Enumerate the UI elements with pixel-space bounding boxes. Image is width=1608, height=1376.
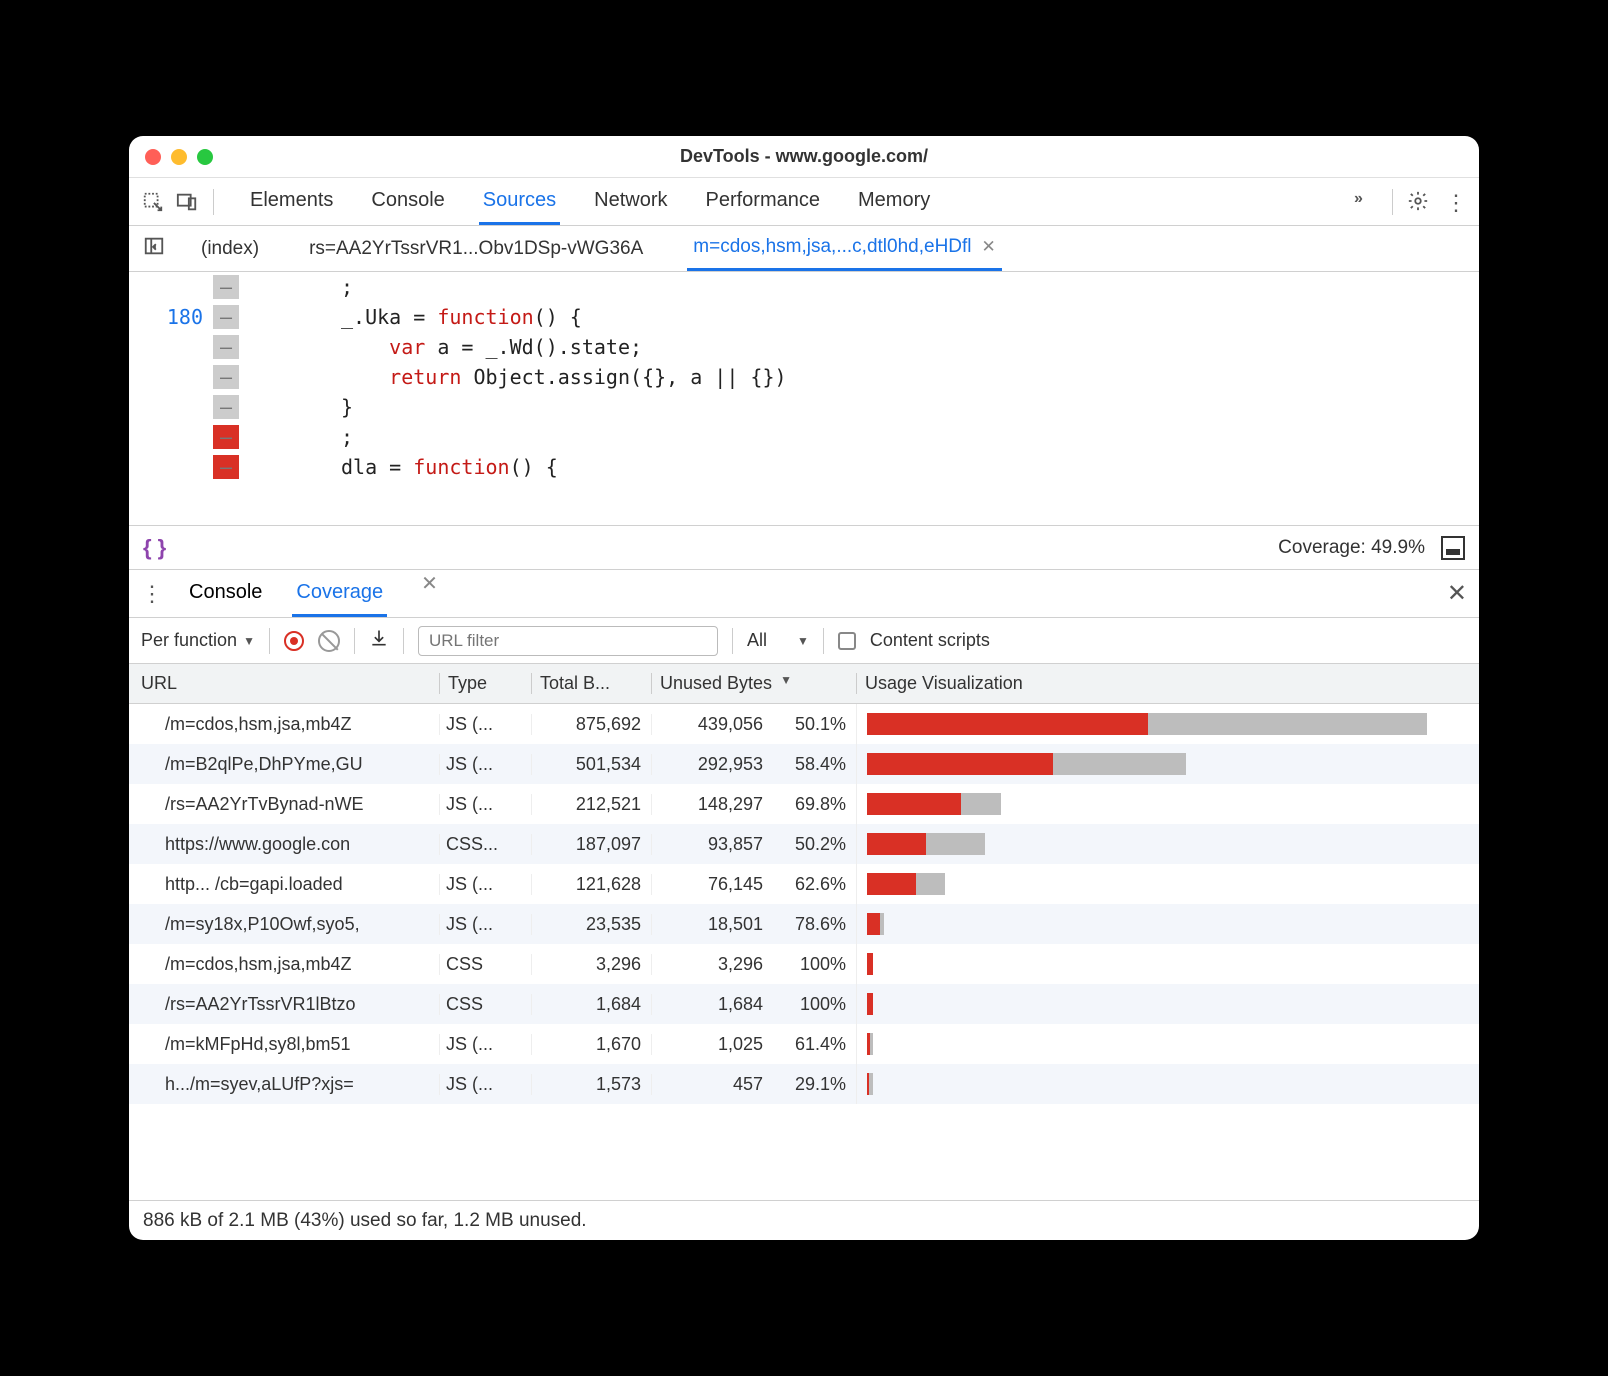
coverage-summary: 886 kB of 2.1 MB (43%) used so far, 1.2 … [143,1210,587,1232]
tab-network[interactable]: Network [590,179,671,225]
chevron-down-icon: ▼ [797,634,809,648]
file-tab[interactable]: m=cdos,hsm,jsa,...c,dtl0hd,eHDfl✕ [687,226,1002,271]
coverage-mode-select[interactable]: Per function ▼ [141,630,255,651]
tab-performance[interactable]: Performance [702,179,825,225]
settings-icon[interactable] [1407,190,1431,214]
source-code-pane[interactable]: –;180–_.Uka = function() {– var a = _.Wd… [129,272,1479,526]
coverage-visualization-icon[interactable] [1441,536,1465,560]
table-row[interactable]: http... /cb=gapi.loadedJS (...121,62876,… [129,864,1479,904]
record-button[interactable] [284,631,304,651]
url-filter-input[interactable] [418,626,718,656]
coverage-table-header: URL Type Total B... Unused Bytes ▼ Usage… [129,664,1479,704]
inspect-element-icon[interactable] [139,188,167,216]
drawer-menu-icon[interactable]: ⋮ [141,581,163,607]
tab-elements[interactable]: Elements [246,179,337,225]
close-window-button[interactable] [145,149,161,165]
table-row[interactable]: /m=cdos,hsm,jsa,mb4ZJS (...875,692439,05… [129,704,1479,744]
table-row[interactable]: h.../m=syev,aLUfP?xjs=JS (...1,57345729.… [129,1064,1479,1104]
zoom-window-button[interactable] [197,149,213,165]
close-coverage-icon[interactable]: ✕ [421,571,438,617]
source-status-bar: { } Coverage: 49.9% [129,526,1479,570]
devtools-window: DevTools - www.google.com/ Elements Conso… [129,136,1479,1240]
col-viz[interactable]: Usage Visualization [856,673,1479,694]
col-unused[interactable]: Unused Bytes ▼ [651,673,856,694]
table-row[interactable]: /m=sy18x,P10Owf,syo5,JS (...23,53518,501… [129,904,1479,944]
table-row[interactable]: /rs=AA2YrTssrVR1lBtzoCSS1,6841,684100% [129,984,1479,1024]
more-tabs-icon[interactable]: » [1354,190,1378,214]
coverage-status-bar: 886 kB of 2.1 MB (43%) used so far, 1.2 … [129,1200,1479,1240]
show-navigator-icon[interactable] [143,235,165,263]
minimize-window-button[interactable] [171,149,187,165]
pretty-print-icon[interactable]: { } [143,535,166,561]
sort-desc-icon: ▼ [780,673,792,694]
content-scripts-checkbox[interactable] [838,632,856,650]
coverage-percent-label: Coverage: 49.9% [1278,537,1425,559]
window-title: DevTools - www.google.com/ [129,146,1479,167]
file-tab[interactable]: (index) [195,226,265,271]
coverage-table-body[interactable]: /m=cdos,hsm,jsa,mb4ZJS (...875,692439,05… [129,704,1479,1200]
export-icon[interactable] [369,628,389,653]
file-tabs: (index) rs=AA2YrTssrVR1...Obv1DSp-vWG36A m… [129,226,1479,272]
traffic-lights [145,149,213,165]
table-row[interactable]: /rs=AA2YrTvBynad-nWEJS (...212,521148,29… [129,784,1479,824]
tab-memory[interactable]: Memory [854,179,934,225]
chevron-down-icon: ▼ [243,634,255,648]
kebab-menu-icon[interactable]: ⋮ [1445,190,1469,214]
col-type[interactable]: Type [439,673,531,694]
file-tab[interactable]: rs=AA2YrTssrVR1...Obv1DSp-vWG36A [303,226,649,271]
drawer-tabs: ⋮ Console Coverage ✕ ✕ [129,570,1479,618]
table-row[interactable]: /m=cdos,hsm,jsa,mb4ZCSS3,2963,296100% [129,944,1479,984]
table-row[interactable]: https://www.google.conCSS...187,09793,85… [129,824,1479,864]
close-drawer-icon[interactable]: ✕ [1447,579,1467,608]
tab-sources[interactable]: Sources [479,179,560,225]
main-tabs: Elements Console Sources Network Performance… [246,179,934,225]
coverage-filter-bar: Per function ▼ All ▼ Content scripts [129,618,1479,664]
table-row[interactable]: /m=kMFpHd,sy8l,bm51JS (...1,6701,02561.4… [129,1024,1479,1064]
close-tab-icon[interactable]: ✕ [982,237,996,257]
drawer-tab-coverage[interactable]: Coverage [292,571,387,617]
table-row[interactable]: /m=B2qlPe,DhPYme,GUJS (...501,534292,953… [129,744,1479,784]
divider [1392,189,1393,215]
drawer-tab-console[interactable]: Console [185,571,266,617]
divider [213,189,214,215]
col-url[interactable]: URL [129,673,439,694]
titlebar: DevTools - www.google.com/ [129,136,1479,178]
main-toolbar: Elements Console Sources Network Performance… [129,178,1479,226]
device-toolbar-icon[interactable] [173,188,201,216]
clear-icon[interactable] [318,630,340,652]
content-scripts-label: Content scripts [870,630,990,651]
tab-console[interactable]: Console [367,179,448,225]
col-total[interactable]: Total B... [531,673,651,694]
type-filter-select[interactable]: All ▼ [747,630,809,651]
